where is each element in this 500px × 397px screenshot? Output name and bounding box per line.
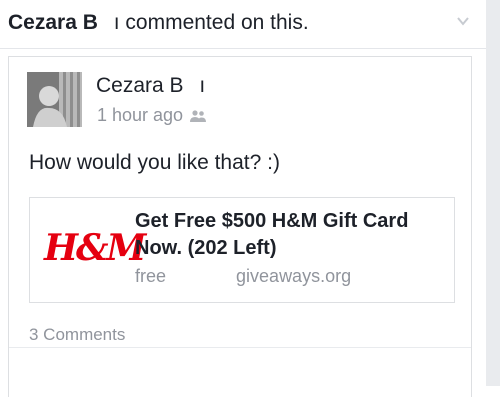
link-title[interactable]: Get Free $500 H&M Gift Card Now. (202 Le… <box>135 208 435 262</box>
comments-count[interactable]: 3 Comments <box>29 325 125 345</box>
divider <box>9 347 471 348</box>
avatar-photo <box>27 72 82 127</box>
story-header-text: Cezara B ı commented on this. <box>8 11 309 35</box>
chevron-down-icon[interactable] <box>456 14 470 28</box>
story-action-text: commented on this. <box>119 11 309 34</box>
story-header: Cezara B ı commented on this. <box>0 0 500 49</box>
link-preview[interactable]: H&M Get Free $500 H&M Gift Card Now. (20… <box>29 197 455 303</box>
post-card: Cezara B ı 1 hour ago How would you like… <box>8 56 472 397</box>
link-domain: free giveaways.org <box>135 266 351 287</box>
post-meta: 1 hour ago <box>97 105 207 126</box>
author-name-fragment: ı <box>199 74 206 97</box>
author-name[interactable]: Cezara B <box>96 74 184 97</box>
post-author[interactable]: Cezara B ı <box>96 74 205 98</box>
actor-name[interactable]: Cezara B <box>8 11 98 34</box>
post-text: How would you like that? :) <box>29 151 280 174</box>
link-domain-right: giveaways.org <box>236 266 352 286</box>
side-edge <box>486 0 500 386</box>
brand-logo: H&M <box>44 227 146 269</box>
friends-icon[interactable] <box>189 109 207 123</box>
post-timestamp[interactable]: 1 hour ago <box>97 105 183 126</box>
avatar[interactable] <box>27 72 82 127</box>
link-domain-left: free <box>135 266 167 286</box>
